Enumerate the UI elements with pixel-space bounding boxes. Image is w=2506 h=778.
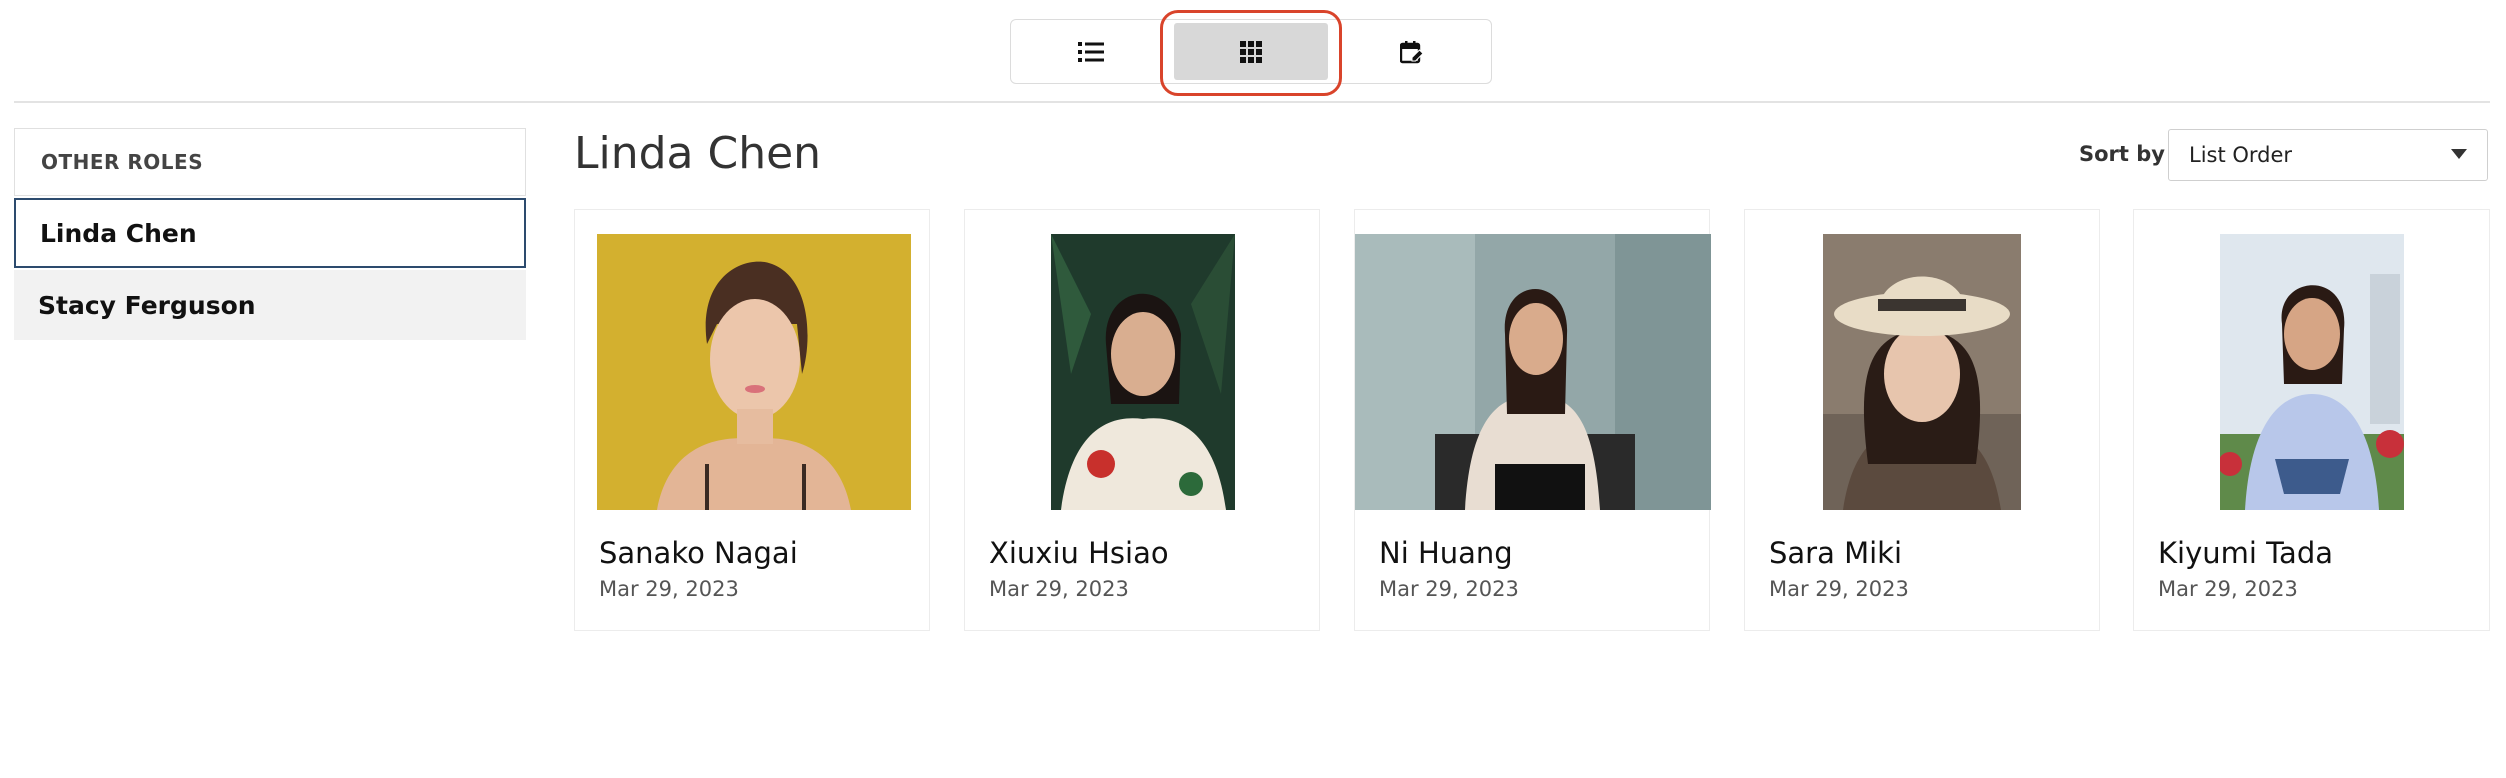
talent-date: Mar 29, 2023 [989,577,1129,601]
talent-date: Mar 29, 2023 [1769,577,1909,601]
grid-view-button-face[interactable] [1174,23,1328,80]
talent-photo [1051,234,1235,510]
page-title: Linda Chen [574,128,822,179]
view-toggle [1010,19,1492,84]
sidebar-header: OTHER ROLES [14,128,526,196]
calendar-view-button[interactable] [1332,20,1491,83]
list-icon [1077,41,1104,62]
header-divider [14,101,2490,103]
talent-date: Mar 29, 2023 [2158,577,2298,601]
sort-select[interactable]: List Order [2168,129,2488,181]
talent-card[interactable]: Sara Miki Mar 29, 2023 [1744,209,2100,631]
roles-sidebar: OTHER ROLES Linda Chen Stacy Ferguson [14,128,526,340]
list-view-button-face[interactable] [1014,23,1167,80]
list-view-button[interactable] [1011,20,1170,83]
talent-name: Xiuxiu Hsiao [989,536,1169,570]
sidebar-item-linda-chen[interactable]: Linda Chen [14,198,526,268]
talent-name: Kiyumi Tada [2158,536,2334,570]
calendar-view-button-face[interactable] [1335,23,1488,80]
grid-icon [1240,40,1262,63]
talent-card[interactable]: Xiuxiu Hsiao Mar 29, 2023 [964,209,1320,631]
talent-name: Sanako Nagai [599,536,798,570]
grid-view-button[interactable] [1171,20,1331,83]
talent-date: Mar 29, 2023 [1379,577,1519,601]
talent-photo [1355,234,1711,510]
chevron-down-icon [2451,149,2467,159]
talent-card[interactable]: Sanako Nagai Mar 29, 2023 [574,209,930,631]
talent-card[interactable]: Ni Huang Mar 29, 2023 [1354,209,1711,631]
sidebar-item-stacy-ferguson[interactable]: Stacy Ferguson [14,270,526,340]
sort-label: Sort by [2079,142,2165,166]
sort-select-value: List Order [2189,143,2293,167]
talent-photo [2220,234,2404,510]
talent-photo [597,234,911,510]
talent-name: Ni Huang [1379,536,1513,570]
talent-date: Mar 29, 2023 [599,577,739,601]
talent-card[interactable]: Kiyumi Tada Mar 29, 2023 [2133,209,2490,631]
talent-name: Sara Miki [1769,536,1903,570]
calendar-edit-icon [1399,40,1424,63]
talent-photo [1823,234,2021,510]
